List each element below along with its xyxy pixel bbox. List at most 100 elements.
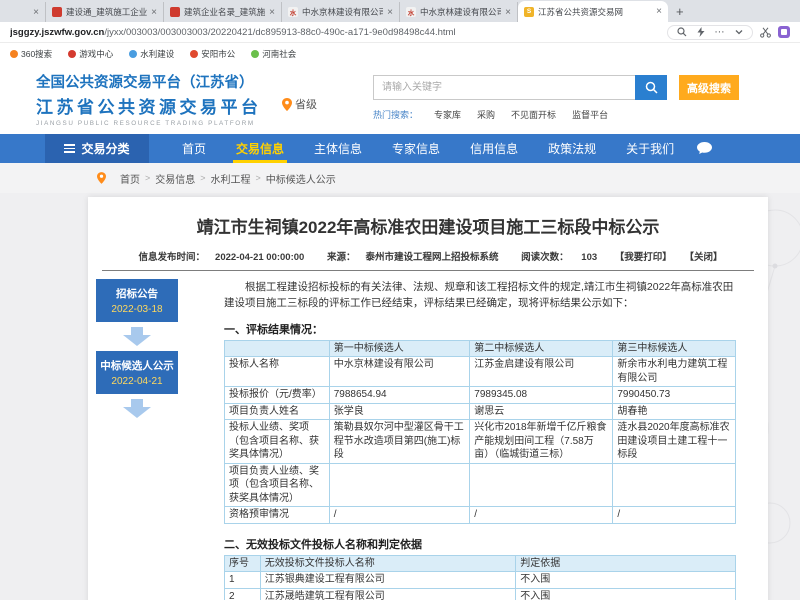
search-button[interactable] — [635, 75, 667, 100]
tab-close-icon[interactable]: × — [269, 7, 275, 18]
chat-icon[interactable] — [697, 134, 712, 163]
timeline-step[interactable]: 招标公告 2022-03-18 — [96, 279, 178, 322]
page-url[interactable]: jsggzy.jszwfw.gov.cn/jyxx/003003/0030030… — [10, 27, 667, 38]
zoom-search-icon[interactable] — [676, 27, 687, 38]
print-button[interactable]: 【我要打印】 — [615, 252, 672, 263]
down-arrow-icon — [123, 327, 151, 346]
hot-search-item[interactable]: 采购 — [477, 108, 495, 121]
section1-title: 一、评标结果情况： — [224, 321, 736, 337]
bid-result-cell — [470, 463, 613, 507]
bid-result-cell — [613, 463, 736, 507]
browser-tab[interactable]: 水 中水京林建设有限公司靖江市 × — [400, 2, 518, 22]
tab-close-icon[interactable]: × — [387, 7, 393, 18]
bookmark-item[interactable]: 安阳市公 — [190, 48, 235, 60]
close-button[interactable]: 【关闭】 — [684, 252, 722, 263]
bid-result-cell: 兴化市2018年新增千亿斤粮食产能规划田间工程（7.58万亩）（临城街道三标） — [470, 420, 613, 464]
bid-result-label-cell: 资格预审情况 — [225, 507, 330, 524]
source-label: 来源： — [327, 252, 356, 263]
breadcrumb-item[interactable]: 交易信息 — [155, 171, 195, 186]
bid-result-row: 项目负责人业绩、奖项（包含项目名称、获奖具体情况） — [225, 463, 736, 507]
urlbar-tool-group: ⋯ — [667, 25, 753, 40]
nav-item[interactable]: 专家信息 — [377, 134, 455, 163]
breadcrumb-item[interactable]: 中标候选人公示 — [266, 171, 336, 186]
hot-search-item[interactable]: 不见面开标 — [511, 108, 556, 121]
nav-category-label: 交易分类 — [81, 140, 129, 157]
step-label: 中标候选人公示 — [98, 358, 176, 373]
nav-item[interactable]: 关于我们 — [611, 134, 689, 163]
bid-result-cell: / — [613, 507, 736, 524]
url-bar[interactable]: jsggzy.jszwfw.gov.cn/jyxx/003003/0030030… — [0, 22, 800, 43]
tab-close-icon[interactable]: × — [505, 7, 511, 18]
nav-item[interactable]: 交易信息 — [221, 134, 299, 163]
browser-tab[interactable]: 建设通_建筑施工企业中标_资 × — [46, 2, 164, 22]
browser-tab[interactable]: S 江苏省公共资源交易网 × — [518, 1, 668, 22]
bookmark-icon — [190, 50, 198, 58]
nav-item[interactable]: 首页 — [167, 134, 221, 163]
invalid-bidder-row: 2 江苏晟皓建筑工程有限公司 不入围 — [225, 588, 736, 600]
nav-category-button[interactable]: 交易分类 — [45, 134, 149, 163]
breadcrumb-separator: > — [256, 173, 261, 183]
tab-favicon-icon — [170, 7, 180, 17]
scissors-icon[interactable] — [760, 27, 771, 38]
browser-tab[interactable]: 建筑企业名录_建筑施工企业 × — [164, 2, 282, 22]
section2-title: 二、无效投标文件投标人名称和判定依据 — [224, 536, 736, 552]
tab-close-icon[interactable]: × — [656, 6, 662, 17]
publish-time: 2022-04-21 00:00:00 — [215, 252, 304, 263]
invalid-bidder-header-row: 序号 无效投标文件投标人名称 判定依据 — [225, 555, 736, 572]
hot-search-item[interactable]: 监督平台 — [572, 108, 608, 121]
bid-result-label-cell: 项目负责人姓名 — [225, 403, 330, 420]
bid-result-cell: 7989345.08 — [470, 387, 613, 404]
timeline-step[interactable]: 中标候选人公示 2022-04-21 — [96, 351, 178, 394]
tab-title: 建筑企业名录_建筑施工企业 — [184, 6, 265, 18]
hot-search-item[interactable]: 专家库 — [434, 108, 461, 121]
tab-close-icon[interactable]: × — [33, 7, 39, 18]
nav-item[interactable]: 主体信息 — [299, 134, 377, 163]
invalid-bidder-row: 1 江苏银典建设工程有限公司 不入围 — [225, 572, 736, 589]
logo-line3: JIANGSU PUBLIC RESOURCE TRADING PLATFORM — [36, 120, 262, 127]
breadcrumb-item[interactable]: 水利工程 — [211, 171, 251, 186]
bookmark-icon — [129, 50, 137, 58]
page-title: 靖江市生祠镇2022年高标准农田建设项目施工三标段中标公示 — [88, 213, 768, 238]
bookmark-label: 河南社会 — [262, 48, 296, 60]
nav-item[interactable]: 政策法规 — [533, 134, 611, 163]
article-content: 根据工程建设招标投标的有关法律、法规、规章和该工程招标文件的规定,靖江市生祠镇2… — [224, 279, 736, 600]
bid-result-header-cell: 第二中标候选人 — [470, 340, 613, 357]
divider — [102, 270, 754, 271]
region-selector[interactable]: 省级 — [282, 96, 317, 112]
nav-item[interactable]: 信用信息 — [455, 134, 533, 163]
lightning-icon[interactable] — [695, 27, 706, 38]
invalid-bidder-verdict-cell: 不入围 — [516, 588, 736, 600]
page-main: 靖江市生祠镇2022年高标准农田建设项目施工三标段中标公示 信息发布时间：202… — [0, 193, 800, 600]
advanced-search-button[interactable]: 高级搜索 — [679, 75, 739, 100]
views-count: 103 — [581, 252, 597, 263]
step-date: 2022-03-18 — [98, 304, 176, 315]
bid-result-label-cell: 投标人业绩、奖项（包含项目名称、获奖具体情况） — [225, 420, 330, 464]
bid-result-header-row: 第一中标候选人 第二中标候选人 第三中标候选人 — [225, 340, 736, 357]
new-tab-button[interactable]: + — [668, 4, 692, 19]
breadcrumb-item[interactable]: 首页 — [120, 171, 140, 186]
bid-result-table: 第一中标候选人 第二中标候选人 第三中标候选人 投标人名称 中水京林建设有限公司… — [224, 340, 736, 524]
bookmark-icon — [10, 50, 18, 58]
bid-result-cell: 新余市水利电力建筑工程有限公司 — [613, 357, 736, 387]
bookmark-item[interactable]: 河南社会 — [251, 48, 296, 60]
site-logo: 全国公共资源交易平台（江苏省） 江苏省公共资源交易平台 JIANGSU PUBL… — [36, 71, 262, 127]
bookmark-icon — [251, 50, 259, 58]
hot-search-label: 热门搜索： — [373, 108, 418, 121]
bid-result-row: 投标人名称 中水京林建设有限公司 江苏金启建设有限公司 新余市水利电力建筑工程有… — [225, 357, 736, 387]
bid-result-cell: 涟水县2020年度高标准农田建设项目土建工程十一标段 — [613, 420, 736, 464]
tab-close-icon[interactable]: × — [151, 7, 157, 18]
breadcrumb-pin-icon — [97, 172, 106, 184]
bid-result-cell: 7988654.94 — [329, 387, 470, 404]
invalid-bidder-verdict-cell: 不入围 — [516, 572, 736, 589]
search-input[interactable] — [373, 75, 635, 100]
browser-tab[interactable]: 水 中水京林建设有限公司最新中 × — [282, 2, 400, 22]
chevron-down-icon[interactable] — [733, 27, 744, 38]
browser-tab-partial[interactable]: × — [0, 2, 46, 22]
extension-icon[interactable] — [778, 26, 790, 38]
bookmark-item[interactable]: 游戏中心 — [68, 48, 113, 60]
bid-result-cell — [329, 463, 470, 507]
more-icon[interactable]: ⋯ — [714, 27, 725, 38]
bookmark-item[interactable]: 水利建设 — [129, 48, 174, 60]
bookmark-item[interactable]: 360搜索 — [10, 48, 52, 60]
bookmark-label: 水利建设 — [140, 48, 174, 60]
